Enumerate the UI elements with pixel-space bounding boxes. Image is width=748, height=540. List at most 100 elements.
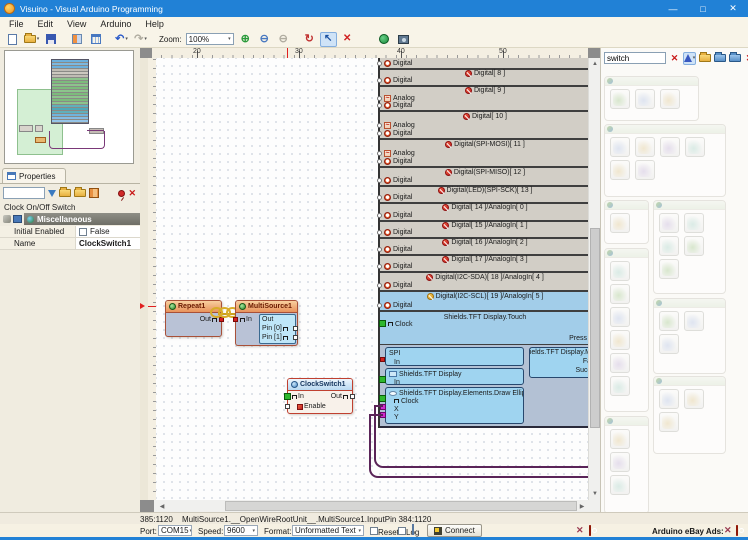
canvas-vertical-scrollbar[interactable]: ▲ ▼ [588, 58, 600, 500]
open-project-button[interactable]: ▾ [23, 32, 40, 47]
save-project-button[interactable] [42, 32, 59, 47]
palette-item[interactable] [659, 311, 679, 331]
multisource-in-connector[interactable] [233, 317, 238, 322]
expand-folder-icon[interactable] [59, 189, 71, 197]
board-channel[interactable]: Digital[ 8 ]Digital [380, 70, 588, 87]
toggle-panels-button[interactable] [68, 32, 85, 47]
reset-checkbox-row[interactable]: Reset [370, 527, 399, 537]
reset-filter-button[interactable]: ✕ [743, 52, 748, 65]
serial-power-button[interactable] [589, 526, 591, 535]
palette-item[interactable] [610, 475, 630, 495]
ads-power-button[interactable] [736, 526, 738, 535]
palette-item[interactable] [635, 137, 655, 157]
block-multisource1[interactable]: MultiSource1 In Out Pin [0] Pin [1] [235, 300, 298, 346]
tft-side-box[interactable]: Shields.TFT Display.M Fa Succ [529, 347, 588, 378]
palette-item[interactable] [610, 452, 630, 472]
channel-pin-digital[interactable]: Digital [377, 176, 588, 184]
ms-pin1-connector[interactable] [293, 335, 298, 340]
palette-item[interactable] [659, 236, 679, 256]
palette-item[interactable] [684, 311, 704, 331]
delete-button[interactable]: ✕ [339, 32, 356, 47]
display-pin-connector[interactable] [379, 376, 386, 383]
palette-item[interactable] [685, 137, 705, 157]
spi-box[interactable]: SPI In [385, 347, 524, 366]
channel-pin-digital[interactable]: Digital [377, 229, 588, 236]
channel-pin-digital[interactable]: Digital [377, 77, 588, 84]
speed-select[interactable]: 9600▾ [224, 525, 258, 536]
ads-tools-button[interactable]: ✕ [724, 526, 732, 535]
clock-pin[interactable]: Clock [388, 320, 413, 328]
redo-button[interactable]: ↷▾ [132, 32, 149, 47]
clockswitch-in-connector[interactable] [284, 393, 291, 400]
menu-view[interactable]: View [60, 19, 93, 29]
screenshot-button[interactable] [395, 32, 412, 47]
tft-touch-section[interactable]: Shields.TFT Display.Touch Clock Press [380, 312, 588, 345]
board-channel[interactable]: Digital(SPI-MISO)[ 12 ]Digital [380, 168, 588, 187]
palette-item[interactable] [610, 137, 630, 157]
wire-mode-button[interactable]: ↖ [320, 32, 337, 47]
property-value[interactable]: ClockSwitch1 [76, 238, 140, 249]
board-channel[interactable]: Digital[ 7 ]Digital [380, 58, 588, 70]
connect-button[interactable]: Connect [427, 524, 482, 537]
board-channel[interactable]: Digital(I2C-SCL)[ 19 ]/AnalogIn[ 5 ]Digi… [380, 292, 588, 312]
clear-icon[interactable]: ✕ [128, 189, 136, 198]
palette-item[interactable] [659, 389, 679, 409]
zoom-in-button[interactable]: ⊕ [237, 32, 254, 47]
display-in-pin[interactable]: In [394, 378, 400, 385]
palette-item[interactable] [635, 160, 655, 180]
clock-pin-connector[interactable] [379, 320, 386, 327]
menu-file[interactable]: File [2, 19, 31, 29]
expand-categories-button[interactable] [698, 52, 711, 65]
menu-arduino[interactable]: Arduino [93, 19, 138, 29]
channel-pin-analog[interactable]: ~Analog [377, 149, 588, 157]
wizard-button[interactable]: ▾ [683, 52, 696, 65]
palette-item[interactable] [684, 236, 704, 256]
palette-item[interactable] [610, 429, 630, 449]
close-button[interactable]: ✕ [718, 0, 748, 17]
maximize-button[interactable]: □ [688, 0, 718, 17]
port-select[interactable]: COM15▾ [158, 525, 192, 536]
palette-item[interactable] [684, 389, 704, 409]
ellipse-clock-connector[interactable] [379, 395, 386, 402]
properties-filter-input[interactable] [3, 187, 45, 199]
collapse-categories-button[interactable] [713, 52, 726, 65]
board-channel[interactable]: Digital(I2C-SDA)[ 18 ]/AnalogIn[ 4 ]Digi… [380, 273, 588, 292]
board-channel[interactable]: Digital(SPI-MOSI)[ 11 ]~AnalogDigital [380, 140, 588, 168]
palette-item[interactable] [659, 259, 679, 279]
channel-pin-analog[interactable]: ~Analog [377, 121, 588, 129]
palette-item[interactable] [610, 307, 630, 327]
palette-item[interactable] [610, 376, 630, 396]
spi-in-pin[interactable]: In [394, 358, 400, 366]
board-channel[interactable]: Digital[ 16 ]/AnalogIn[ 2 ]Digital [380, 239, 588, 256]
clockswitch-out-pin[interactable]: Out [331, 393, 348, 400]
new-project-button[interactable] [4, 32, 21, 47]
property-value[interactable]: False [90, 227, 110, 236]
vertical-scroll-thumb[interactable] [590, 228, 600, 428]
clockswitch-enable-connector[interactable] [285, 404, 290, 409]
menu-help[interactable]: Help [138, 19, 171, 29]
palette-item[interactable] [610, 160, 630, 180]
grid-view-button[interactable] [87, 32, 104, 47]
ms-pin1[interactable]: Pin [1] [262, 334, 288, 341]
palette-item[interactable] [610, 213, 630, 233]
collapse-folder-icon[interactable] [74, 189, 86, 197]
palette-search-input[interactable] [604, 52, 666, 64]
channel-pin-digital[interactable]: Digital [377, 59, 588, 67]
ms-pin0-connector[interactable] [293, 326, 298, 331]
category-miscellaneous[interactable]: Miscellaneous [24, 213, 140, 225]
menu-edit[interactable]: Edit [31, 19, 61, 29]
scroll-left-arrow[interactable]: ◀ [156, 500, 168, 512]
palette-item[interactable] [684, 213, 704, 233]
clockswitch-out-connector[interactable] [350, 394, 355, 399]
palette-item[interactable] [659, 412, 679, 432]
format-select[interactable]: Unformatted Text▾ [292, 525, 364, 536]
tft-display-box[interactable]: Shields.TFT Display In [385, 368, 524, 385]
palette-item[interactable] [659, 334, 679, 354]
palette-item[interactable] [610, 261, 630, 281]
board-channel[interactable]: Digital[ 9 ]~AnalogDigital [380, 87, 588, 112]
board-channel[interactable]: Digital[ 14 ]/AnalogIn[ 0 ]Digital [380, 204, 588, 222]
zoom-out-button[interactable]: ⊖ [256, 32, 273, 47]
board-channel[interactable]: Digital(LED)(SPI-SCK)[ 13 ]Digital [380, 187, 588, 204]
serial-tools-button[interactable]: ✕ [576, 526, 584, 535]
refresh-button[interactable]: ↻ [301, 32, 318, 47]
